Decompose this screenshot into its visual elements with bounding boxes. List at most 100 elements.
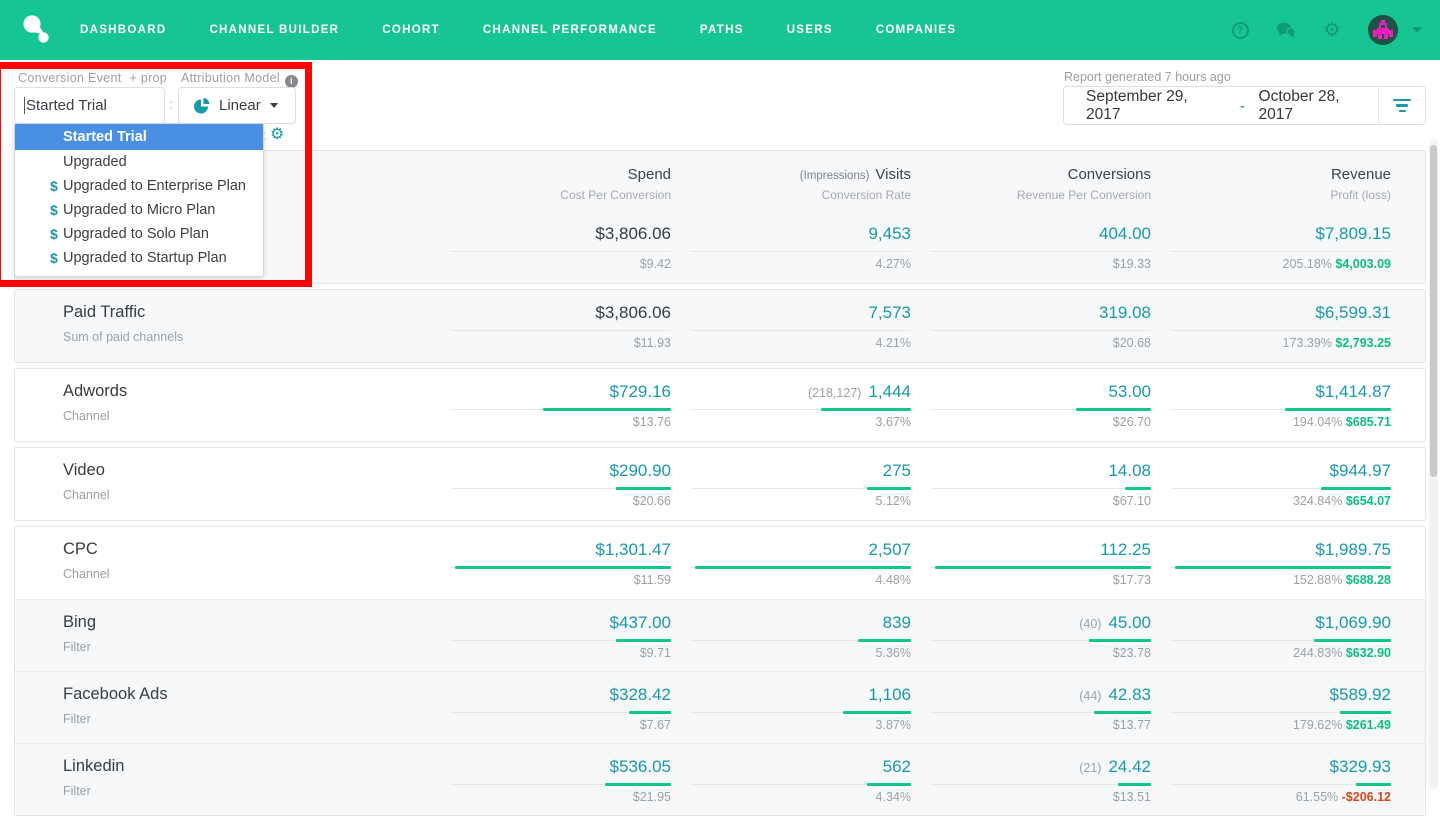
pie-chart-icon <box>194 98 210 114</box>
metric-main-value[interactable]: 839 <box>671 613 911 633</box>
metric-sub-value: $9.71 <box>639 646 671 660</box>
nav-item-channel-performance[interactable]: CHANNEL PERFORMANCE <box>483 24 657 36</box>
profit-value: -$206.12 <box>1341 790 1391 804</box>
metric-cell: (21) 24.42 $13.51 <box>911 757 1151 815</box>
metric-main-value[interactable]: $290.90 <box>431 461 671 481</box>
table-row: Linkedin Filter $536.05 $21.95 562 4.34%… <box>15 743 1425 815</box>
metric-sub-value: 4.21% <box>875 336 911 350</box>
metric-main-value[interactable]: 112.25 <box>911 540 1151 560</box>
add-prop-link[interactable]: + prop <box>129 71 167 85</box>
table-card: Video Channel $290.90 $20.66 275 5.12% 1… <box>14 447 1426 521</box>
metric-main-value[interactable]: $7,809.15 <box>1151 224 1391 244</box>
dropdown-item-upgraded-to-enterprise-plan[interactable]: $ Upgraded to Enterprise Plan <box>15 174 263 198</box>
metric-main-value[interactable]: $1,301.47 <box>431 540 671 560</box>
info-icon[interactable]: i <box>284 74 298 88</box>
metric-main-value[interactable]: $1,414.87 <box>1151 382 1391 402</box>
date-range-picker[interactable]: September 29, 2017 - October 28, 2017 <box>1063 86 1426 125</box>
dropdown-item-upgraded[interactable]: Upgraded <box>15 150 263 174</box>
nav-item-companies[interactable]: COMPANIES <box>876 24 957 36</box>
dropdown-item-upgraded-to-startup-plan[interactable]: $ Upgraded to Startup Plan <box>15 246 263 270</box>
metric-sub-value: 244.83% $632.90 <box>1292 646 1391 660</box>
metric-main-value[interactable]: 275 <box>671 461 911 481</box>
model-settings-gear-icon[interactable]: ⚙ <box>270 124 284 144</box>
value-bar <box>1076 408 1151 411</box>
value-bar <box>1175 566 1391 569</box>
cell-secondary-value: (40) <box>1079 617 1102 631</box>
metric-main-value[interactable]: 1,106 <box>671 685 911 705</box>
value-bar <box>605 783 671 786</box>
metric-sub-value: 5.12% <box>875 494 911 508</box>
metric-cell: (218,127) 1,444 3.67% <box>671 382 911 441</box>
app-logo-icon[interactable] <box>20 13 54 47</box>
metric-cell: 7,573 4.21% <box>671 303 911 362</box>
help-icon[interactable]: ? <box>1230 20 1250 40</box>
metric-main-value[interactable]: 53.00 <box>911 382 1151 402</box>
metric-main-value[interactable]: $1,989.75 <box>1151 540 1391 560</box>
dropdown-item-upgraded-to-solo-plan[interactable]: $ Upgraded to Solo Plan <box>15 222 263 246</box>
row-subtitle: Filter <box>63 784 91 798</box>
avatar[interactable] <box>1368 15 1398 45</box>
metric-main-value[interactable]: 7,573 <box>671 303 911 323</box>
scrollbar-track[interactable] <box>1429 140 1438 789</box>
metric-main-value[interactable]: $536.05 <box>431 757 671 777</box>
metric-main-value[interactable]: $6,599.31 <box>1151 303 1391 323</box>
metric-main-value[interactable]: (21) 24.42 <box>911 757 1151 777</box>
revenue-dollar-icon: $ <box>50 178 58 194</box>
attribution-model-dropdown[interactable]: Linear <box>178 87 296 124</box>
metric-main-value[interactable]: $1,069.90 <box>1151 613 1391 633</box>
metric-main-value[interactable]: (218,127) 1,444 <box>671 382 911 402</box>
cell-rule <box>931 330 1151 331</box>
nav-right: ? ⚙ <box>1230 15 1440 45</box>
nav-item-users[interactable]: USERS <box>787 24 833 36</box>
dropdown-item-started-trial[interactable]: Started Trial <box>15 124 263 150</box>
profit-value: $654.07 <box>1345 494 1391 508</box>
dropdown-item-upgraded-to-micro-plan[interactable]: $ Upgraded to Micro Plan <box>15 198 263 222</box>
metric-main-value[interactable]: 14.08 <box>911 461 1151 481</box>
metric-cell: $729.16 $13.76 <box>431 382 671 441</box>
date-start: September 29, 2017 <box>1086 87 1188 123</box>
scrollbar-thumb[interactable] <box>1430 145 1437 477</box>
metric-sub-value: 4.34% <box>875 790 911 804</box>
nav-item-cohort[interactable]: COHORT <box>382 24 440 36</box>
metric-sub-value: 173.39% $2,793.25 <box>1282 336 1391 350</box>
metric-main-value[interactable]: 9,453 <box>671 224 911 244</box>
chat-icon[interactable] <box>1276 20 1296 40</box>
metric-cell: 404.00 $19.33 <box>911 224 1151 283</box>
metric-cell: 14.08 $67.10 <box>911 461 1151 520</box>
nav-item-channel-builder[interactable]: CHANNEL BUILDER <box>209 24 339 36</box>
value-bar <box>1355 783 1391 786</box>
metric-cell: $944.97 324.84% $654.07 <box>1151 461 1391 520</box>
conversion-event-input[interactable]: Started Trial <box>14 87 165 124</box>
metric-cell: $329.93 61.55% -$206.12 <box>1151 757 1391 815</box>
cell-rule <box>931 711 1151 714</box>
metric-main-value[interactable]: $729.16 <box>431 382 671 402</box>
metric-sub-value: $21.95 <box>632 790 671 804</box>
metric-main-value[interactable]: (44) 42.83 <box>911 685 1151 705</box>
nav-item-paths[interactable]: PATHS <box>700 24 744 36</box>
metric-main-value[interactable]: 404.00 <box>911 224 1151 244</box>
value-bar <box>842 711 911 714</box>
cell-rule <box>931 783 1151 786</box>
value-bar <box>1093 711 1151 714</box>
metric-main-value[interactable]: $944.97 <box>1151 461 1391 481</box>
metric-main-value[interactable]: $437.00 <box>431 613 671 633</box>
nav-item-dashboard[interactable]: DASHBOARD <box>80 24 166 36</box>
avatar-chevron-icon[interactable] <box>1412 27 1422 33</box>
cell-secondary-value: (218,127) <box>807 386 862 400</box>
metric-sub-value: $67.10 <box>1112 494 1151 508</box>
date-end: October 28, 2017 <box>1258 87 1340 123</box>
metric-main-value[interactable]: $329.93 <box>1151 757 1391 777</box>
metric-main-value[interactable]: 2,507 <box>671 540 911 560</box>
settings-icon[interactable]: ⚙ <box>1322 20 1342 40</box>
metric-main-value[interactable]: 562 <box>671 757 911 777</box>
cell-rule <box>931 251 1151 252</box>
cell-rule <box>691 711 911 714</box>
metric-main-value[interactable]: 319.08 <box>911 303 1151 323</box>
metric-main-value[interactable]: $589.92 <box>1151 685 1391 705</box>
metric-main-value[interactable]: (40) 45.00 <box>911 613 1151 633</box>
profit-value: $2,793.25 <box>1335 336 1391 350</box>
metric-main-value[interactable]: $328.42 <box>431 685 671 705</box>
report-options-icon[interactable] <box>1379 98 1425 113</box>
column-header: Revenue Profit (loss) <box>1330 166 1391 202</box>
metric-cell: 839 5.36% <box>671 613 911 671</box>
